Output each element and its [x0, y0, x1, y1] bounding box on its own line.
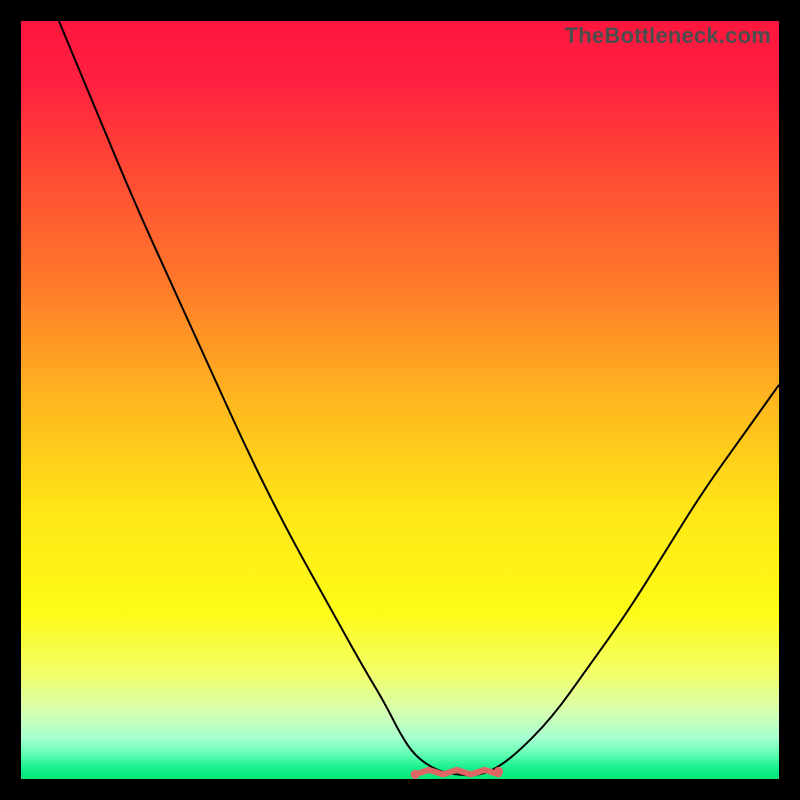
outer-frame: TheBottleneck.com	[0, 0, 800, 800]
plot-area: TheBottleneck.com	[21, 21, 779, 779]
watermark-text: TheBottleneck.com	[565, 23, 771, 49]
chart-svg	[21, 21, 779, 779]
gradient-bg	[21, 21, 779, 779]
